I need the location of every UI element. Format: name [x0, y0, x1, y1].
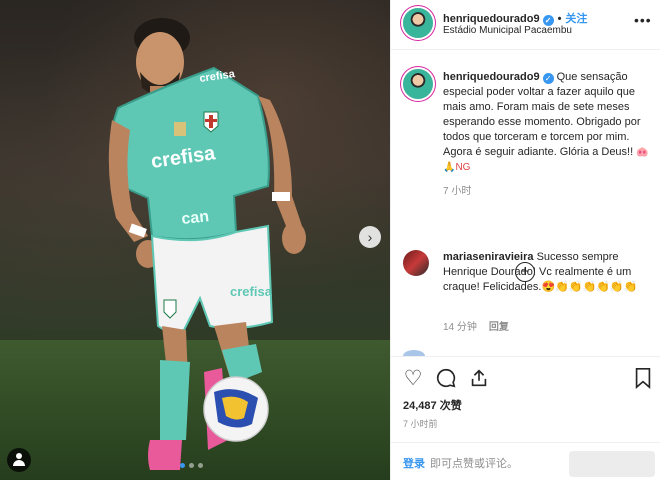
comment-text: mariaseniravieira Sucesso sempre Henriqu… [443, 250, 655, 295]
next-photo-button[interactable]: › [359, 226, 381, 248]
comment-emoji: 😍👏👏👏👏👏👏 [541, 281, 638, 293]
location-link[interactable]: Estádio Municipal Pacaembu [443, 25, 572, 36]
comment-icon[interactable] [434, 367, 458, 391]
user-tag-icon[interactable] [7, 448, 31, 472]
svg-text:can: can [181, 208, 210, 228]
like-count[interactable]: 24,487 次赞 [403, 397, 462, 413]
player-figure: crefisa crefisa can crefisa [108, 18, 306, 470]
svg-text:crefisa: crefisa [230, 284, 273, 299]
carousel-dot [198, 463, 203, 468]
post-header: henriquedourado9 ✓ • 关注 Estádio Municipal P… [391, 0, 660, 50]
more-dots-icon[interactable]: ••• [634, 12, 652, 28]
post-photo[interactable]: crefisa crefisa can crefisa › [0, 0, 390, 480]
commenter-username[interactable]: mariaseniravieira [443, 251, 534, 263]
comment-bubble-svg [436, 368, 456, 388]
caption-time: 7 小时 [443, 186, 472, 197]
post-side-panel: henriquedourado9 ✓ • 关注 Estádio Municipal P… [390, 0, 660, 480]
login-row: 登录 即可点赞或评论。 [391, 442, 660, 480]
author-avatar[interactable] [403, 8, 433, 38]
share-icon[interactable] [467, 367, 491, 391]
reply-button[interactable]: 回复 [489, 322, 509, 333]
carousel-dot [189, 463, 194, 468]
login-prompt: 即可点赞或评论。 [430, 458, 518, 470]
commenter-avatar[interactable] [403, 250, 429, 276]
watermark-logo [569, 451, 655, 477]
separator-dot: • [557, 13, 562, 25]
author-username[interactable]: henriquedourado9 [443, 13, 540, 25]
post-actions: ♡ 24,487 次赞 7 小时前 登录 即可点赞或评论。 [391, 356, 660, 480]
bookmark-icon[interactable] [631, 367, 655, 391]
caption-username[interactable]: henriquedourado9 [443, 71, 540, 83]
verified-icon: ✓ [542, 73, 554, 84]
comment-time: 14 分钟 [443, 322, 477, 333]
instagram-post: crefisa crefisa can crefisa › henriquedo… [0, 0, 660, 480]
post-time: 7 小时前 [403, 419, 438, 429]
carousel-dots [180, 463, 203, 468]
follow-button[interactable]: 关注 [565, 13, 587, 25]
caption-avatar[interactable] [403, 69, 433, 99]
heart-icon[interactable]: ♡ [401, 367, 425, 391]
bookmark-svg [635, 368, 651, 389]
header-user-line: henriquedourado9 ✓ • 关注 [443, 10, 587, 26]
login-link[interactable]: 登录 [403, 455, 425, 471]
share-svg [471, 369, 487, 387]
carousel-dot [180, 463, 185, 468]
comment-meta: 14 分钟 回复 [443, 318, 509, 333]
caption-text: henriquedourado9 ✓ Que sensação especial … [443, 70, 653, 175]
caption-body: Que sensação especial poder voltar a faz… [443, 71, 641, 158]
